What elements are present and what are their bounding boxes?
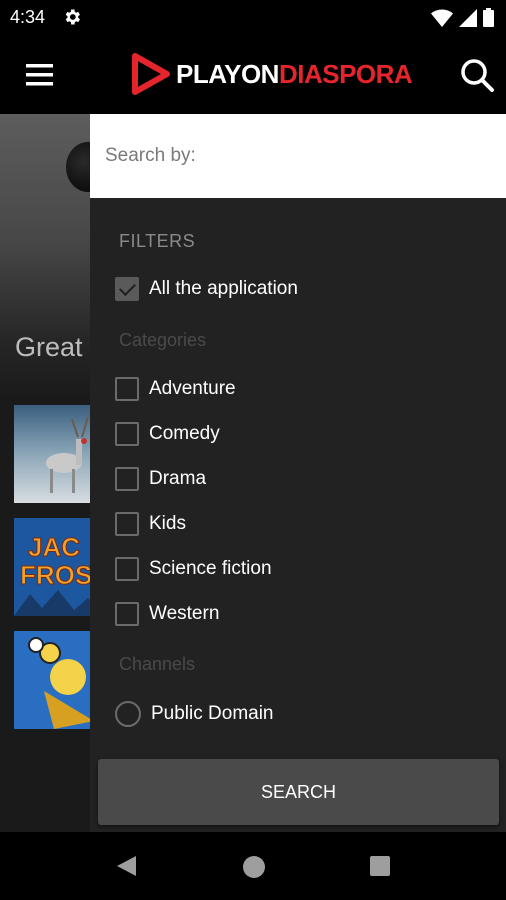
- channel-public-domain[interactable]: Public Domain: [115, 699, 274, 729]
- status-indicators: [431, 8, 494, 27]
- filter-all-application[interactable]: All the application: [115, 274, 298, 304]
- category-label: Comedy: [149, 423, 220, 444]
- filter-drawer: FILTERS All the application Categories A…: [90, 114, 506, 832]
- checkbox-checked-icon[interactable]: [115, 277, 139, 301]
- back-icon[interactable]: [114, 854, 138, 878]
- checkbox-icon[interactable]: [115, 377, 139, 401]
- checkbox-icon[interactable]: [115, 467, 139, 491]
- category-label: Kids: [149, 513, 186, 534]
- system-nav-bar: [0, 832, 506, 900]
- category-adventure[interactable]: Adventure: [115, 374, 236, 404]
- logo-text-playon: PLAYON: [176, 58, 279, 89]
- home-icon[interactable]: [243, 856, 265, 878]
- category-label: Drama: [149, 468, 207, 489]
- radio-button-icon[interactable]: [115, 701, 141, 727]
- battery-icon: [483, 8, 494, 27]
- checkbox-icon[interactable]: [115, 602, 139, 626]
- search-input[interactable]: [90, 114, 506, 198]
- channels-header: Channels: [119, 654, 196, 674]
- cell-signal-icon: [459, 8, 477, 27]
- logo-text-diaspora: DIASPORA: [278, 58, 413, 89]
- category-drama[interactable]: Drama: [115, 464, 206, 494]
- status-time: 4:34: [10, 7, 46, 27]
- category-label: Western: [149, 603, 220, 624]
- category-label: Science fiction: [149, 558, 272, 579]
- wifi-icon: [431, 8, 453, 27]
- search-icon[interactable]: [458, 56, 496, 94]
- filter-label: All the application: [149, 278, 298, 299]
- category-western[interactable]: Western: [115, 599, 219, 629]
- hero-title: Great: [15, 332, 83, 362]
- search-by-field[interactable]: [90, 114, 506, 198]
- svg-text:FROS: FROS: [20, 560, 92, 590]
- filters-header: FILTERS: [119, 231, 196, 251]
- category-comedy[interactable]: Comedy: [115, 419, 220, 449]
- category-kids[interactable]: Kids: [115, 509, 186, 539]
- checkbox-icon[interactable]: [115, 422, 139, 446]
- app-bar: PLAYONDIASPORA: [0, 36, 506, 114]
- category-science-fiction[interactable]: Science fiction: [115, 554, 272, 584]
- app-logo: PLAYONDIASPORA: [130, 50, 413, 98]
- checkbox-icon[interactable]: [115, 512, 139, 536]
- status-bar: 4:34: [0, 0, 506, 36]
- category-label: Adventure: [149, 378, 236, 399]
- checkbox-icon[interactable]: [115, 557, 139, 581]
- svg-text:JAC: JAC: [28, 532, 80, 562]
- logo-text: PLAYONDIASPORA: [176, 58, 413, 90]
- categories-header: Categories: [119, 330, 207, 350]
- search-button[interactable]: SEARCH: [98, 759, 499, 825]
- play-logo-icon: [132, 53, 170, 95]
- channel-label: Public Domain: [151, 703, 274, 724]
- recent-apps-icon[interactable]: [370, 856, 390, 876]
- settings-gear-icon: [65, 9, 80, 25]
- hamburger-menu-icon[interactable]: [22, 58, 58, 92]
